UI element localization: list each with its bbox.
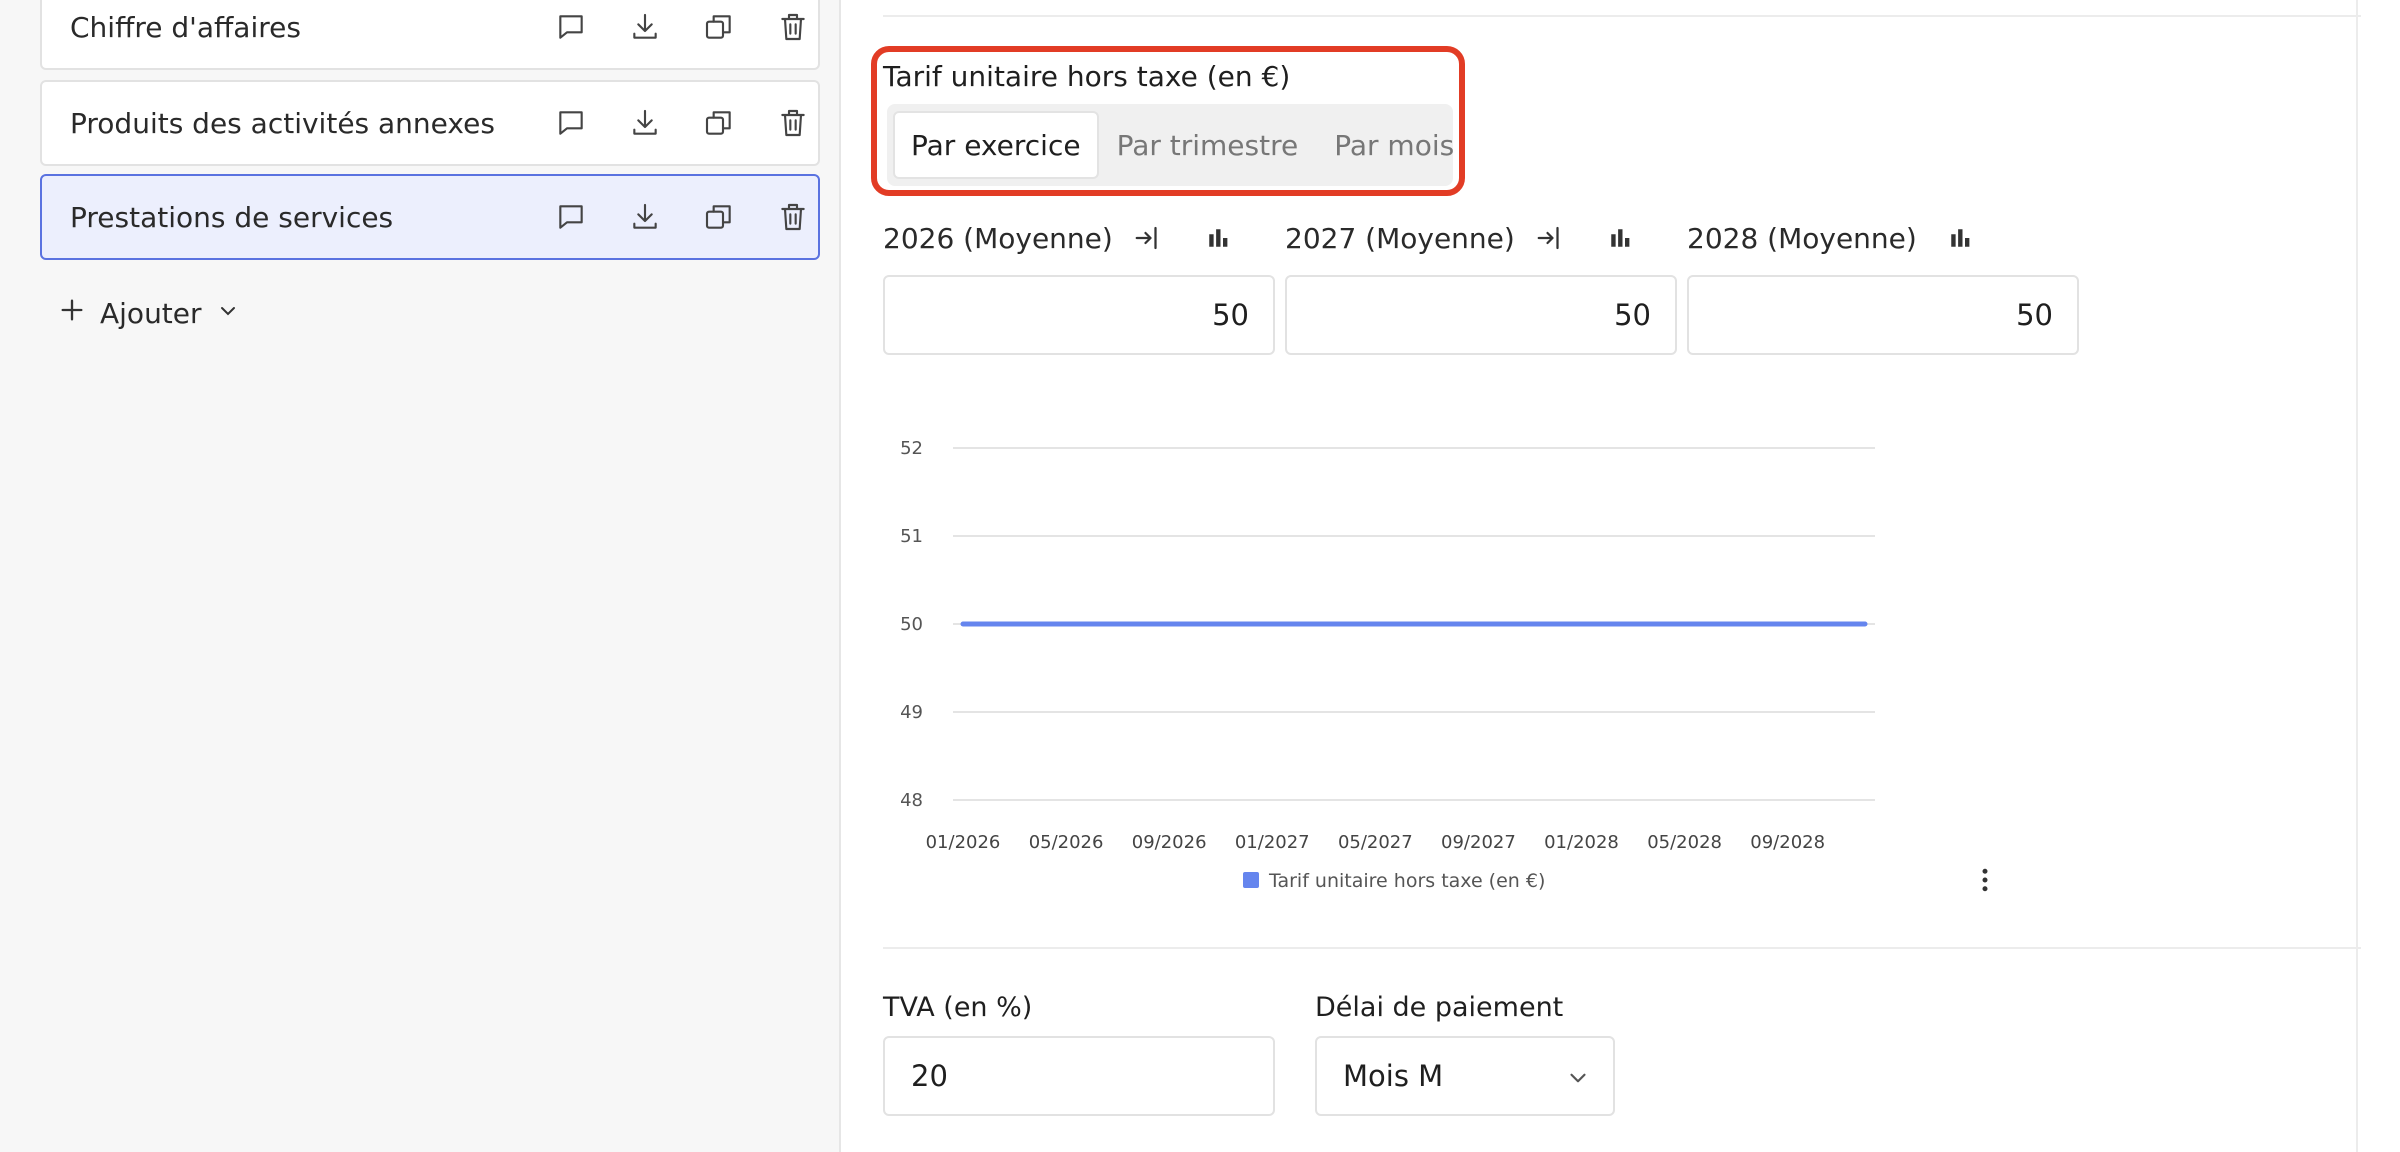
chevron-down-icon bbox=[1565, 1064, 1591, 1098]
x-tick-label: 01/2027 bbox=[1235, 832, 1310, 853]
delai-paiement-label: Délai de paiement bbox=[1315, 992, 1564, 1023]
year-header-2027: 2027 (Moyenne) bbox=[1285, 218, 1635, 258]
y-tick-label: 51 bbox=[900, 526, 923, 547]
list-item-produits-activites-annexes[interactable]: Produits des activités annexes bbox=[40, 80, 820, 166]
x-tick-label: 09/2027 bbox=[1441, 832, 1516, 853]
list-item-chiffre-affaires[interactable]: Chiffre d'affaires bbox=[40, 0, 820, 70]
sidebar: Chiffre d'affaires Produits des activité… bbox=[0, 0, 841, 1152]
tva-input[interactable]: 20 bbox=[883, 1036, 1275, 1116]
comment-icon[interactable] bbox=[534, 93, 608, 153]
divider bbox=[883, 947, 2361, 949]
y-tick-label: 50 bbox=[900, 614, 923, 635]
x-tick-label: 09/2028 bbox=[1750, 832, 1825, 853]
duplicate-icon[interactable] bbox=[682, 93, 756, 153]
x-tick-label: 01/2028 bbox=[1544, 832, 1619, 853]
plus-icon bbox=[58, 296, 86, 331]
detail-panel: Tarif unitaire hors taxe (en €) Par exer… bbox=[843, 0, 2400, 1152]
year-label: 2026 (Moyenne) bbox=[883, 221, 1113, 255]
comment-icon[interactable] bbox=[534, 0, 608, 57]
comment-icon[interactable] bbox=[534, 187, 608, 247]
tab-par-trimestre[interactable]: Par trimestre bbox=[1099, 111, 1317, 179]
chevron-down-icon bbox=[216, 297, 240, 330]
download-icon[interactable] bbox=[608, 93, 682, 153]
tab-par-mois[interactable]: Par mois bbox=[1316, 111, 1472, 179]
bar-chart-icon[interactable] bbox=[1203, 223, 1233, 253]
tva-label: TVA (en %) bbox=[883, 992, 1033, 1023]
add-button-label: Ajouter bbox=[100, 296, 202, 330]
legend-label: Tarif unitaire hors taxe (en €) bbox=[1268, 870, 1545, 892]
year-label: 2028 (Moyenne) bbox=[1687, 221, 1917, 255]
delai-paiement-select[interactable]: Mois M bbox=[1315, 1036, 1615, 1116]
price-line-chart: 48 49 50 51 52 01/2026 05/2026 09/2026 01/2027 05… bbox=[900, 438, 1875, 892]
list-item-label: Chiffre d'affaires bbox=[70, 10, 301, 44]
x-tick-label: 05/2026 bbox=[1029, 832, 1104, 853]
download-icon[interactable] bbox=[608, 187, 682, 247]
y-tick-label: 52 bbox=[900, 438, 923, 459]
x-tick-label: 05/2027 bbox=[1338, 832, 1413, 853]
y-tick-label: 49 bbox=[900, 702, 923, 723]
trash-icon[interactable] bbox=[756, 0, 830, 57]
bar-chart-icon[interactable] bbox=[1945, 223, 1975, 253]
year-header-2026: 2026 (Moyenne) bbox=[883, 218, 1233, 258]
item-actions bbox=[534, 176, 830, 258]
year-label: 2027 (Moyenne) bbox=[1285, 221, 1515, 255]
x-tick-label: 01/2026 bbox=[926, 832, 1001, 853]
field-title: Tarif unitaire hors taxe (en €) bbox=[883, 60, 1291, 93]
x-tick-label: 05/2028 bbox=[1647, 832, 1722, 853]
trash-icon[interactable] bbox=[756, 187, 830, 247]
item-actions bbox=[534, 0, 830, 68]
duplicate-icon[interactable] bbox=[682, 187, 756, 247]
divider bbox=[2356, 0, 2358, 1152]
y-tick-label: 48 bbox=[900, 790, 923, 811]
download-icon[interactable] bbox=[608, 0, 682, 57]
divider bbox=[883, 15, 2361, 17]
year-input-2028[interactable]: 50 bbox=[1687, 275, 2079, 355]
year-header-2028: 2028 (Moyenne) bbox=[1687, 218, 1975, 258]
item-actions bbox=[534, 82, 830, 164]
duplicate-icon[interactable] bbox=[682, 0, 756, 57]
trash-icon[interactable] bbox=[756, 93, 830, 153]
list-item-label: Produits des activités annexes bbox=[70, 106, 495, 140]
bar-chart-icon[interactable] bbox=[1605, 223, 1635, 253]
add-button[interactable]: Ajouter bbox=[58, 292, 240, 334]
x-tick-label: 09/2026 bbox=[1132, 832, 1207, 853]
more-options-icon[interactable] bbox=[1965, 860, 2005, 900]
tab-par-exercice[interactable]: Par exercice bbox=[893, 111, 1099, 179]
apply-right-icon[interactable] bbox=[1133, 223, 1163, 253]
list-item-prestations-services[interactable]: Prestations de services bbox=[40, 174, 820, 260]
legend-swatch bbox=[1243, 872, 1259, 888]
apply-right-icon[interactable] bbox=[1535, 223, 1565, 253]
list-item-label: Prestations de services bbox=[70, 200, 394, 234]
delai-paiement-value: Mois M bbox=[1343, 1059, 1444, 1093]
year-input-2027[interactable]: 50 bbox=[1285, 275, 1677, 355]
year-input-2026[interactable]: 50 bbox=[883, 275, 1275, 355]
period-segmented-control: Par exercice Par trimestre Par mois bbox=[887, 104, 1454, 186]
